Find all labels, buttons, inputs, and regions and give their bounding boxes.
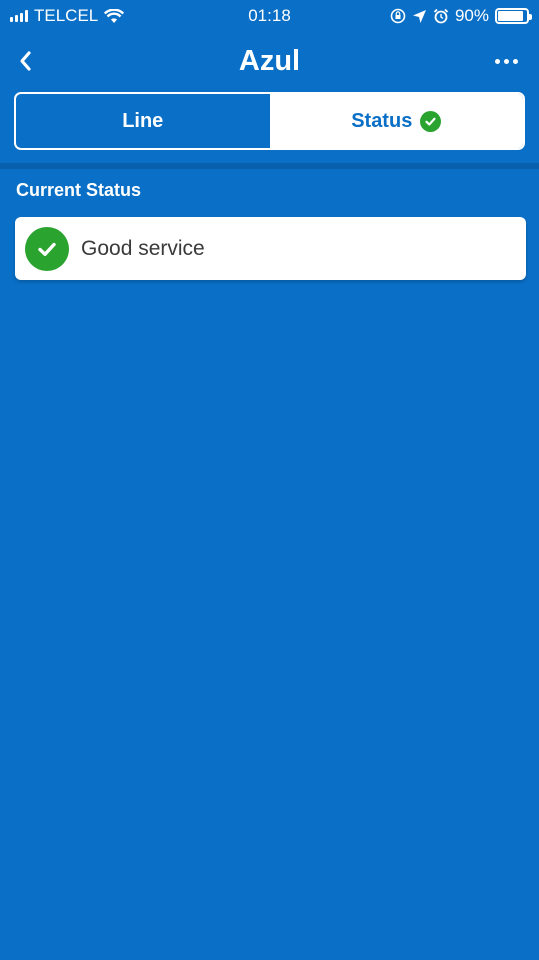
- battery-fill: [498, 11, 524, 21]
- more-options-button[interactable]: [489, 46, 523, 76]
- segmented-tabs: Line Status: [14, 92, 525, 150]
- section-heading: Current Status: [16, 180, 142, 200]
- wifi-icon: [104, 8, 125, 23]
- alarm-clock-icon: [433, 8, 449, 24]
- tab-status[interactable]: Status: [269, 94, 523, 148]
- status-bar-right: 90%: [390, 6, 532, 26]
- location-arrow-icon: [412, 9, 426, 23]
- battery-percent: 90%: [454, 6, 489, 25]
- check-circle-icon: [25, 226, 69, 271]
- tab-status-label: Status: [351, 109, 413, 132]
- status-bar-left: TELCEL: [10, 6, 125, 26]
- back-button[interactable]: [10, 44, 40, 78]
- status-text: Good service: [81, 236, 205, 260]
- clock-time: 01:18: [248, 6, 291, 25]
- page-title: Azul: [238, 44, 301, 77]
- nav-bar: Azul: [0, 38, 539, 84]
- tab-line-label: Line: [122, 109, 164, 132]
- screen: TELCEL 01:18 90% Azul Line Status Curren…: [0, 0, 539, 960]
- status-card: Good service: [15, 217, 526, 280]
- check-circle-icon: [420, 110, 442, 132]
- more-horizontal-icon: [494, 58, 500, 64]
- divider: [0, 163, 539, 169]
- status-bar: TELCEL 01:18 90%: [0, 0, 539, 32]
- tab-line[interactable]: Line: [16, 94, 270, 148]
- signal-icon: [10, 10, 28, 22]
- chevron-left-icon: [20, 51, 31, 71]
- orientation-lock-icon: [390, 8, 406, 24]
- carrier-label: TELCEL: [34, 6, 99, 25]
- battery-icon: [495, 8, 532, 24]
